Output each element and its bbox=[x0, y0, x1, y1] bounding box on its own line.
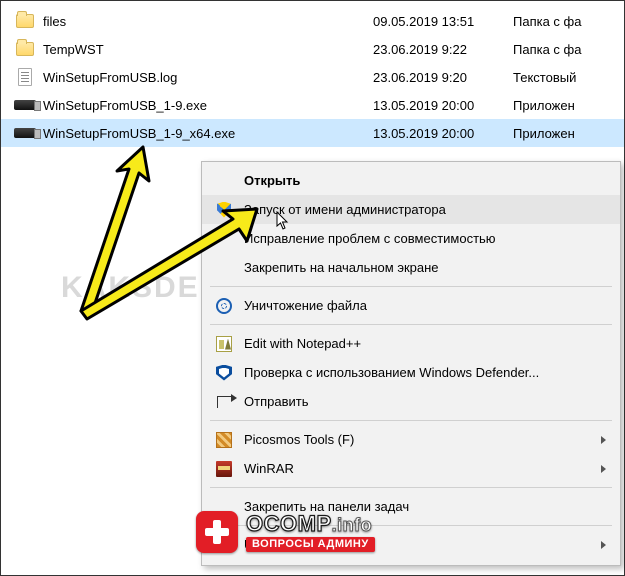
menu-edit-notepadpp[interactable]: Edit with Notepad++ bbox=[202, 329, 620, 358]
usb-exe-icon bbox=[13, 123, 37, 143]
blank-icon bbox=[214, 229, 234, 249]
badge-suffix: .info bbox=[332, 515, 373, 535]
file-type: Приложен bbox=[513, 126, 624, 141]
file-row[interactable]: WinSetupFromUSB_1-9.exe 13.05.2019 20:00… bbox=[1, 91, 624, 119]
file-date: 23.06.2019 9:22 bbox=[373, 42, 513, 57]
chevron-right-icon bbox=[601, 436, 606, 444]
context-menu: Открыть Запуск от имени администратора И… bbox=[201, 161, 621, 566]
file-date: 23.06.2019 9:20 bbox=[373, 70, 513, 85]
file-date: 09.05.2019 13:51 bbox=[373, 14, 513, 29]
share-icon bbox=[214, 392, 234, 412]
usb-exe-icon bbox=[13, 95, 37, 115]
menu-shred-file[interactable]: Уничтожение файла bbox=[202, 291, 620, 320]
menu-separator bbox=[210, 324, 612, 325]
file-name: WinSetupFromUSB_1-9_x64.exe bbox=[43, 126, 373, 141]
file-type: Текстовый bbox=[513, 70, 624, 85]
file-name: TempWST bbox=[43, 42, 373, 57]
badge-brand: OCOMP bbox=[246, 511, 332, 536]
badge-cross-icon bbox=[196, 511, 238, 553]
menu-open[interactable]: Открыть bbox=[202, 166, 620, 195]
notepadpp-icon bbox=[214, 334, 234, 354]
file-date: 13.05.2019 20:00 bbox=[373, 98, 513, 113]
menu-run-as-admin[interactable]: Запуск от имени администратора bbox=[202, 195, 620, 224]
file-type: Приложен bbox=[513, 98, 624, 113]
menu-pin-start[interactable]: Закрепить на начальном экране bbox=[202, 253, 620, 282]
file-row[interactable]: WinSetupFromUSB.log 23.06.2019 9:20 Текс… bbox=[1, 63, 624, 91]
menu-send-to[interactable]: Отправить bbox=[202, 387, 620, 416]
badge-tagline: ВОПРОСЫ АДМИНУ bbox=[246, 537, 375, 552]
recycle-icon bbox=[214, 296, 234, 316]
menu-separator bbox=[210, 286, 612, 287]
menu-picosmos[interactable]: Picosmos Tools (F) bbox=[202, 425, 620, 454]
file-type: Папка с фа bbox=[513, 14, 624, 29]
picosmos-icon bbox=[214, 430, 234, 450]
blank-icon bbox=[214, 171, 234, 191]
menu-compat-troubleshoot[interactable]: Исправление проблем с совместимостью bbox=[202, 224, 620, 253]
menu-winrar[interactable]: WinRAR bbox=[202, 454, 620, 483]
file-name: WinSetupFromUSB_1-9.exe bbox=[43, 98, 373, 113]
menu-separator bbox=[210, 487, 612, 488]
file-row[interactable]: TempWST 23.06.2019 9:22 Папка с фа bbox=[1, 35, 624, 63]
winrar-icon bbox=[214, 459, 234, 479]
chevron-right-icon bbox=[601, 465, 606, 473]
file-name: WinSetupFromUSB.log bbox=[43, 70, 373, 85]
file-row[interactable]: files 09.05.2019 13:51 Папка с фа bbox=[1, 7, 624, 35]
file-list: files 09.05.2019 13:51 Папка с фа TempWS… bbox=[1, 1, 624, 147]
mouse-cursor-icon bbox=[276, 211, 290, 231]
folder-icon bbox=[13, 11, 37, 31]
defender-icon bbox=[214, 363, 234, 383]
file-row-selected[interactable]: WinSetupFromUSB_1-9_x64.exe 13.05.2019 2… bbox=[1, 119, 624, 147]
file-name: files bbox=[43, 14, 373, 29]
blank-icon bbox=[214, 258, 234, 278]
chevron-right-icon bbox=[601, 541, 606, 549]
menu-defender-scan[interactable]: Проверка с использованием Windows Defend… bbox=[202, 358, 620, 387]
folder-icon bbox=[13, 39, 37, 59]
site-badge: OCOMP.info ВОПРОСЫ АДМИНУ bbox=[196, 511, 375, 553]
file-type: Папка с фа bbox=[513, 42, 624, 57]
file-date: 13.05.2019 20:00 bbox=[373, 126, 513, 141]
menu-separator bbox=[210, 420, 612, 421]
shield-icon bbox=[214, 200, 234, 220]
text-file-icon bbox=[13, 67, 37, 87]
